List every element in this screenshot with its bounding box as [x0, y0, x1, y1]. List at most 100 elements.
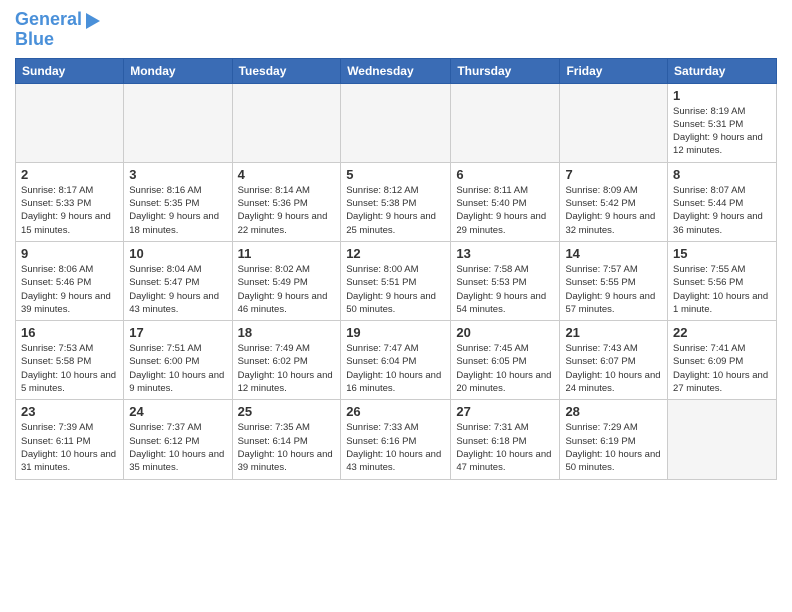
day-info: Sunrise: 8:00 AM Sunset: 5:51 PM Dayligh… [346, 263, 445, 316]
day-info: Sunrise: 8:04 AM Sunset: 5:47 PM Dayligh… [129, 263, 226, 316]
day-info: Sunrise: 7:49 AM Sunset: 6:02 PM Dayligh… [238, 342, 336, 395]
calendar-cell: 11 Sunrise: 8:02 AM Sunset: 5:49 PM Dayli… [232, 241, 341, 320]
day-info: Sunrise: 8:06 AM Sunset: 5:46 PM Dayligh… [21, 263, 118, 316]
day-info: Sunrise: 7:43 AM Sunset: 6:07 PM Dayligh… [565, 342, 662, 395]
week-row-0: 1 Sunrise: 8:19 AM Sunset: 5:31 PM Daylig… [16, 83, 777, 162]
page-container: General Blue SundayMondayTuesdayWednesda… [0, 0, 792, 490]
day-info: Sunrise: 7:53 AM Sunset: 5:58 PM Dayligh… [21, 342, 118, 395]
day-info: Sunrise: 8:17 AM Sunset: 5:33 PM Dayligh… [21, 184, 118, 237]
weekday-header-saturday: Saturday [668, 58, 777, 83]
day-info: Sunrise: 8:19 AM Sunset: 5:31 PM Dayligh… [673, 105, 771, 158]
day-number: 8 [673, 167, 771, 182]
day-number: 19 [346, 325, 445, 340]
day-number: 6 [456, 167, 554, 182]
calendar-cell: 7 Sunrise: 8:09 AM Sunset: 5:42 PM Daylig… [560, 162, 668, 241]
weekday-header-friday: Friday [560, 58, 668, 83]
header: General Blue [15, 10, 777, 50]
day-number: 28 [565, 404, 662, 419]
day-info: Sunrise: 7:51 AM Sunset: 6:00 PM Dayligh… [129, 342, 226, 395]
calendar-cell: 8 Sunrise: 8:07 AM Sunset: 5:44 PM Daylig… [668, 162, 777, 241]
day-info: Sunrise: 8:14 AM Sunset: 5:36 PM Dayligh… [238, 184, 336, 237]
calendar-cell: 6 Sunrise: 8:11 AM Sunset: 5:40 PM Daylig… [451, 162, 560, 241]
calendar-table: SundayMondayTuesdayWednesdayThursdayFrid… [15, 58, 777, 480]
day-number: 22 [673, 325, 771, 340]
day-number: 7 [565, 167, 662, 182]
day-number: 12 [346, 246, 445, 261]
calendar-cell: 15 Sunrise: 7:55 AM Sunset: 5:56 PM Dayli… [668, 241, 777, 320]
day-number: 24 [129, 404, 226, 419]
day-number: 18 [238, 325, 336, 340]
week-row-3: 16 Sunrise: 7:53 AM Sunset: 5:58 PM Dayli… [16, 321, 777, 400]
day-info: Sunrise: 7:29 AM Sunset: 6:19 PM Dayligh… [565, 421, 662, 474]
calendar-cell [124, 83, 232, 162]
day-info: Sunrise: 8:16 AM Sunset: 5:35 PM Dayligh… [129, 184, 226, 237]
day-info: Sunrise: 7:57 AM Sunset: 5:55 PM Dayligh… [565, 263, 662, 316]
calendar-cell: 3Sunrise: 8:16 AM Sunset: 5:35 PM Daylig… [124, 162, 232, 241]
day-number: 26 [346, 404, 445, 419]
day-info: Sunrise: 7:58 AM Sunset: 5:53 PM Dayligh… [456, 263, 554, 316]
calendar-cell: 17 Sunrise: 7:51 AM Sunset: 6:00 PM Dayli… [124, 321, 232, 400]
calendar-cell: 22 Sunrise: 7:41 AM Sunset: 6:09 PM Dayli… [668, 321, 777, 400]
day-number: 4 [238, 167, 336, 182]
weekday-header-wednesday: Wednesday [341, 58, 451, 83]
calendar-cell: 4 Sunrise: 8:14 AM Sunset: 5:36 PM Daylig… [232, 162, 341, 241]
calendar-cell: 23Sunrise: 7:39 AM Sunset: 6:11 PM Dayli… [16, 400, 124, 479]
day-info: Sunrise: 7:39 AM Sunset: 6:11 PM Dayligh… [21, 421, 118, 474]
day-number: 11 [238, 246, 336, 261]
calendar-cell: 10 Sunrise: 8:04 AM Sunset: 5:47 PM Dayli… [124, 241, 232, 320]
weekday-header-thursday: Thursday [451, 58, 560, 83]
week-row-2: 9Sunrise: 8:06 AM Sunset: 5:46 PM Daylig… [16, 241, 777, 320]
calendar-cell: 25 Sunrise: 7:35 AM Sunset: 6:14 PM Dayli… [232, 400, 341, 479]
day-number: 13 [456, 246, 554, 261]
calendar-cell [451, 83, 560, 162]
calendar-cell: 21 Sunrise: 7:43 AM Sunset: 6:07 PM Dayli… [560, 321, 668, 400]
weekday-header-sunday: Sunday [16, 58, 124, 83]
calendar-cell: 18 Sunrise: 7:49 AM Sunset: 6:02 PM Dayli… [232, 321, 341, 400]
day-number: 15 [673, 246, 771, 261]
calendar-cell: 13 Sunrise: 7:58 AM Sunset: 5:53 PM Dayli… [451, 241, 560, 320]
calendar-cell: 28 Sunrise: 7:29 AM Sunset: 6:19 PM Dayli… [560, 400, 668, 479]
day-number: 17 [129, 325, 226, 340]
day-info: Sunrise: 7:47 AM Sunset: 6:04 PM Dayligh… [346, 342, 445, 395]
day-info: Sunrise: 7:31 AM Sunset: 6:18 PM Dayligh… [456, 421, 554, 474]
calendar-cell: 1 Sunrise: 8:19 AM Sunset: 5:31 PM Daylig… [668, 83, 777, 162]
calendar-cell [232, 83, 341, 162]
day-info: Sunrise: 8:07 AM Sunset: 5:44 PM Dayligh… [673, 184, 771, 237]
day-number: 5 [346, 167, 445, 182]
day-info: Sunrise: 7:41 AM Sunset: 6:09 PM Dayligh… [673, 342, 771, 395]
calendar-cell: 2 Sunrise: 8:17 AM Sunset: 5:33 PM Daylig… [16, 162, 124, 241]
weekday-header-monday: Monday [124, 58, 232, 83]
calendar-cell: 16 Sunrise: 7:53 AM Sunset: 5:58 PM Dayli… [16, 321, 124, 400]
logo-text: General [15, 10, 82, 30]
day-number: 14 [565, 246, 662, 261]
calendar-cell: 14 Sunrise: 7:57 AM Sunset: 5:55 PM Dayli… [560, 241, 668, 320]
calendar-cell: 26 Sunrise: 7:33 AM Sunset: 6:16 PM Dayli… [341, 400, 451, 479]
day-number: 25 [238, 404, 336, 419]
calendar-cell [16, 83, 124, 162]
day-number: 10 [129, 246, 226, 261]
day-info: Sunrise: 8:02 AM Sunset: 5:49 PM Dayligh… [238, 263, 336, 316]
day-info: Sunrise: 7:35 AM Sunset: 6:14 PM Dayligh… [238, 421, 336, 474]
week-row-1: 2 Sunrise: 8:17 AM Sunset: 5:33 PM Daylig… [16, 162, 777, 241]
calendar-cell [560, 83, 668, 162]
day-info: Sunrise: 7:33 AM Sunset: 6:16 PM Dayligh… [346, 421, 445, 474]
calendar-cell: 12 Sunrise: 8:00 AM Sunset: 5:51 PM Dayli… [341, 241, 451, 320]
day-info: Sunrise: 7:37 AM Sunset: 6:12 PM Dayligh… [129, 421, 226, 474]
day-info: Sunrise: 8:12 AM Sunset: 5:38 PM Dayligh… [346, 184, 445, 237]
day-number: 16 [21, 325, 118, 340]
calendar-cell [341, 83, 451, 162]
weekday-header-row: SundayMondayTuesdayWednesdayThursdayFrid… [16, 58, 777, 83]
day-info: Sunrise: 7:55 AM Sunset: 5:56 PM Dayligh… [673, 263, 771, 316]
week-row-4: 23Sunrise: 7:39 AM Sunset: 6:11 PM Dayli… [16, 400, 777, 479]
calendar-cell: 20Sunrise: 7:45 AM Sunset: 6:05 PM Dayli… [451, 321, 560, 400]
day-number: 2 [21, 167, 118, 182]
calendar-cell: 5 Sunrise: 8:12 AM Sunset: 5:38 PM Daylig… [341, 162, 451, 241]
calendar-cell: 19 Sunrise: 7:47 AM Sunset: 6:04 PM Dayli… [341, 321, 451, 400]
day-number: 21 [565, 325, 662, 340]
calendar-cell: 24 Sunrise: 7:37 AM Sunset: 6:12 PM Dayli… [124, 400, 232, 479]
logo: General Blue [15, 10, 100, 50]
day-info: Sunrise: 8:09 AM Sunset: 5:42 PM Dayligh… [565, 184, 662, 237]
day-number: 1 [673, 88, 771, 103]
day-number: 20 [456, 325, 554, 340]
day-info: Sunrise: 8:11 AM Sunset: 5:40 PM Dayligh… [456, 184, 554, 237]
